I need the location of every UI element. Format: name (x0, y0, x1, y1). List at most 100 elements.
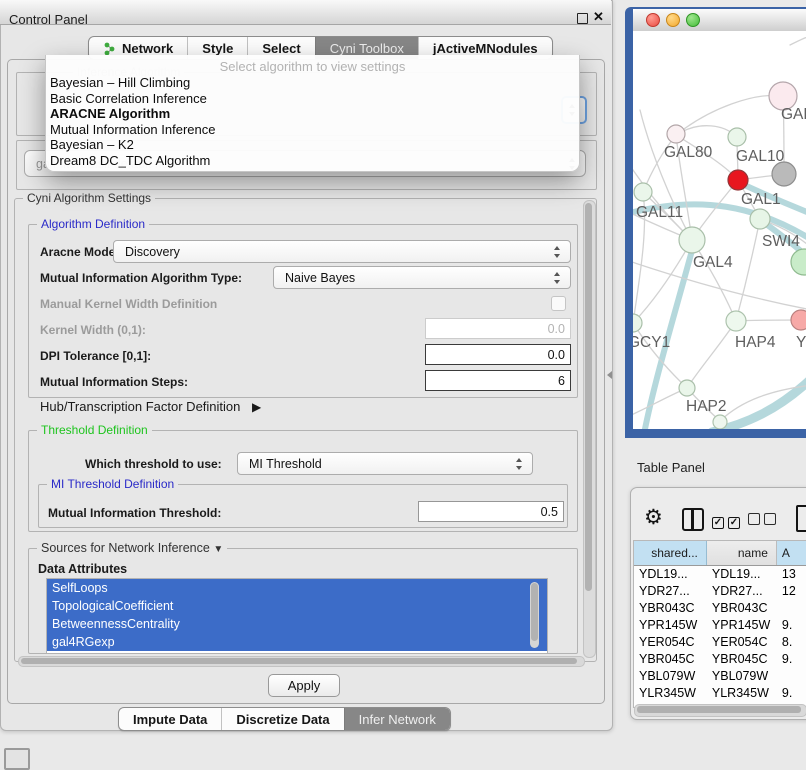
algorithm-option-bayesian-k2[interactable]: Bayesian – K2 (46, 137, 579, 153)
network-edge[interactable] (676, 95, 783, 135)
close-traffic-light-icon[interactable] (646, 13, 660, 27)
aracne-mode-label: Aracne Mode: (40, 245, 119, 259)
minimized-panel-icon[interactable] (4, 748, 30, 770)
table-row[interactable]: YBR045CYBR045C9. (634, 651, 806, 668)
network-canvas[interactable]: GALGAL80GAL10GAL1GAL11SWI4GAL4GCY1HAP4YH… (633, 31, 806, 429)
screen: { "colors": { "selection_blue": "#3c6cc8… (0, 0, 806, 762)
control-panel-title: Control Panel (9, 12, 88, 27)
attribute-item-selfloops[interactable]: SelfLoops (47, 579, 547, 597)
network-node[interactable] (772, 162, 796, 186)
table-cell: YDR27... (634, 583, 707, 600)
threshold-definition-title: Threshold Definition (37, 423, 152, 437)
network-node[interactable] (713, 415, 727, 429)
network-node-gal1[interactable] (728, 170, 748, 190)
network-node-gal4[interactable] (679, 227, 705, 253)
mi-type-combo[interactable]: Naive Bayes (273, 266, 571, 289)
table-cell: YPR145W (634, 617, 707, 634)
table-cell: YLR345W (634, 685, 707, 702)
table-hscrollbar[interactable] (634, 704, 806, 717)
attr-list-scrollbar-thumb[interactable] (531, 583, 538, 641)
hub-definition-toggle[interactable]: Hub/Transcription Factor Definition ▶ (40, 399, 261, 414)
bottom-tab-infer-network-label: Infer Network (359, 712, 436, 727)
gear-icon[interactable]: ⚙ (644, 505, 663, 530)
network-node-gal80[interactable] (667, 125, 685, 143)
which-threshold-combo[interactable]: MI Threshold (237, 452, 533, 475)
network-node-hap2[interactable] (679, 380, 695, 396)
network-node-gcy1[interactable] (633, 314, 642, 332)
table-cell: 9. (777, 617, 806, 634)
network-edge[interactable] (687, 321, 736, 388)
node-label-gcy1: GCY1 (633, 334, 670, 351)
which-threshold-value: MI Threshold (249, 457, 322, 471)
table-cell: YER054C (707, 634, 777, 651)
manual-kernel-checkbox[interactable] (551, 296, 566, 311)
algorithm-option-dream8-dc-tdc-algorithm[interactable]: Dream8 DC_TDC Algorithm (46, 153, 579, 169)
network-window-titlebar[interactable] (633, 9, 806, 32)
apply-button[interactable]: Apply (268, 674, 340, 697)
algorithm-option-bayesian-hill-climbing[interactable]: Bayesian – Hill Climbing (46, 75, 579, 91)
table-hscrollbar-thumb[interactable] (637, 706, 801, 713)
bottom-tab-infer-network[interactable]: Infer Network (344, 708, 450, 730)
bottom-tab-impute-data[interactable]: Impute Data (119, 708, 221, 730)
network-edge[interactable] (736, 219, 760, 321)
attribute-item-topologicalcoefficient[interactable]: TopologicalCoefficient (47, 597, 547, 615)
node-label-y: Y (796, 334, 806, 351)
column-header-name[interactable]: name (707, 541, 777, 565)
table-row[interactable]: YER054CYER054C8. (634, 634, 806, 651)
settings-scrollbar[interactable] (583, 200, 596, 658)
network-edge[interactable] (633, 388, 687, 418)
algorithm-option-mutual-information-inference[interactable]: Mutual Information Inference (46, 122, 579, 138)
network-node-y[interactable] (791, 310, 806, 330)
table-row[interactable]: YBR043CYBR043C (634, 600, 806, 617)
zoom-traffic-light-icon[interactable] (686, 13, 700, 27)
minimize-traffic-light-icon[interactable] (666, 13, 680, 27)
table-cell: YBL079W (634, 668, 707, 685)
node-label-gal11: GAL11 (636, 204, 683, 221)
column-header-shared[interactable]: shared... (634, 541, 707, 565)
dpi-tolerance-field[interactable]: 0.0 (425, 344, 571, 365)
attribute-item-gal4rgexp[interactable]: gal4RGexp (47, 633, 547, 651)
algorithm-option-basic-correlation-inference[interactable]: Basic Correlation Inference (46, 91, 579, 107)
mi-threshold-field[interactable]: 0.5 (418, 501, 564, 522)
table-row[interactable]: YDR27...YDR27...12 (634, 583, 806, 600)
kernel-width-field[interactable]: 0.0 (425, 318, 571, 339)
attribute-item-betweennesscentrality[interactable]: BetweennessCentrality (47, 615, 547, 633)
settings-scrollbar-thumb[interactable] (585, 203, 592, 591)
aracne-mode-combo[interactable]: Discovery (113, 240, 571, 263)
select-all-icon[interactable]: ✓✓ (712, 512, 744, 530)
node-label-gal10: GAL10 (736, 148, 785, 165)
settings-hscrollbar-thumb[interactable] (21, 658, 577, 664)
table-row[interactable]: YLR345WYLR345W9. (634, 685, 806, 702)
table-row[interactable]: YPR145WYPR145W9. (634, 617, 806, 634)
algorithm-option-aracne-algorithm[interactable]: ARACNE Algorithm (46, 106, 579, 122)
table-row[interactable]: YBL079WYBL079W (634, 668, 806, 685)
column-header-a[interactable]: A (777, 541, 806, 565)
network-edge[interactable] (790, 36, 806, 45)
mi-steps-field[interactable]: 6 (425, 370, 571, 391)
node-label-hap2: HAP2 (686, 398, 727, 415)
table-row[interactable]: YDL19...YDL19...13 (634, 566, 806, 583)
network-node[interactable] (750, 209, 770, 229)
close-icon[interactable]: ✕ (593, 9, 604, 25)
float-window-icon[interactable] (577, 13, 588, 24)
settings-hscrollbar[interactable] (18, 656, 585, 667)
report-icon[interactable] (796, 505, 806, 532)
tab-cyni-toolbox-label: Cyni Toolbox (330, 41, 404, 56)
table-cell: YDR27... (707, 583, 777, 600)
sources-group-title[interactable]: Sources for Network Inference ▼ (37, 541, 227, 555)
network-node-gal11[interactable] (634, 183, 652, 201)
control-panel-titlebar[interactable] (0, 0, 611, 25)
data-attributes-list[interactable]: SelfLoopsTopologicalCoefficientBetweenne… (46, 578, 548, 654)
network-node-gal10[interactable] (728, 128, 746, 146)
mi-type-label: Mutual Information Algorithm Type: (40, 271, 242, 285)
split-view-icon[interactable] (682, 508, 704, 531)
tab-jactivemnodules-label: jActiveMNodules (433, 41, 538, 56)
algorithm-popup-items: Bayesian – Hill ClimbingBasic Correlatio… (46, 75, 579, 169)
network-node-swi4[interactable] (791, 249, 806, 275)
network-node-hap4[interactable] (726, 311, 746, 331)
deselect-all-icon[interactable] (748, 512, 780, 530)
panel-divider-handle[interactable] (607, 371, 612, 379)
attr-list-scrollbar[interactable] (530, 582, 539, 648)
network-edge[interactable] (692, 240, 736, 321)
bottom-tab-discretize-data[interactable]: Discretize Data (221, 708, 343, 730)
